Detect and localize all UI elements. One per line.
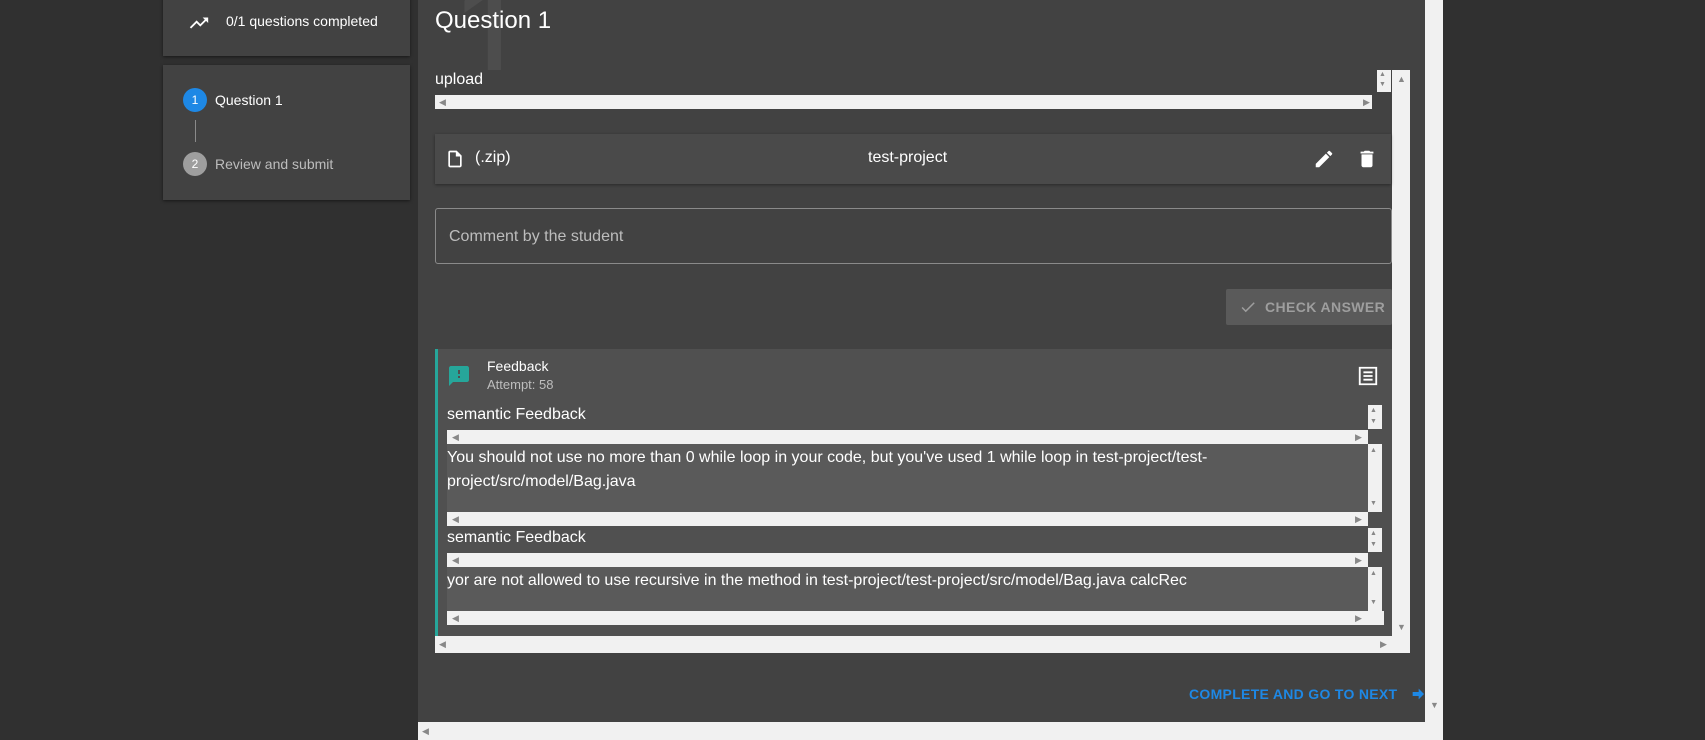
main-horizontal-scrollbar[interactable]: ◀ bbox=[418, 722, 1443, 740]
step-number: 1 bbox=[183, 88, 207, 112]
step-label: Question 1 bbox=[215, 92, 283, 108]
progress-card: 0/1 questions completed bbox=[163, 0, 410, 56]
feedback-label-vscroll[interactable]: ▲ ▼ bbox=[1368, 405, 1382, 429]
progress-text: 0/1 questions completed bbox=[226, 13, 378, 29]
upload-label: upload bbox=[435, 71, 484, 88]
page-background bbox=[1443, 0, 1705, 740]
question-title: Question 1 bbox=[435, 7, 552, 34]
feedback-text-vscroll[interactable]: ▲ ▼ bbox=[1368, 444, 1382, 512]
arrow-right-icon bbox=[1412, 688, 1424, 700]
file-extension: (.zip) bbox=[475, 149, 511, 166]
feedback-text-hscroll[interactable]: ◀ ▶ bbox=[447, 512, 1368, 526]
step-number: 2 bbox=[183, 152, 207, 176]
delete-icon[interactable] bbox=[1356, 148, 1378, 175]
file-icon bbox=[445, 148, 465, 175]
feedback-item-text: You should not use no more than 0 while … bbox=[447, 449, 1208, 490]
main-vertical-scrollbar[interactable]: ▼ bbox=[1425, 0, 1443, 722]
comment-field[interactable]: Comment by the student bbox=[435, 208, 1392, 264]
feedback-text-vscroll[interactable]: ▲ ▼ bbox=[1368, 567, 1382, 611]
complete-and-next-label: COMPLETE AND GO TO NEXT bbox=[1189, 686, 1398, 702]
trending-up-icon bbox=[188, 12, 210, 34]
step-label: Review and submit bbox=[215, 156, 334, 172]
upload-label-vscroll[interactable]: ▲ ▼ bbox=[1377, 70, 1391, 92]
check-answer-button[interactable]: CHECK ANSWER bbox=[1226, 289, 1392, 325]
stepper: 1 Question 1 2 Review and submit bbox=[163, 65, 410, 200]
feedback-text-hscroll[interactable]: ◀ ▶ bbox=[447, 611, 1384, 625]
feedback-icon bbox=[447, 364, 471, 393]
receipt-icon[interactable] bbox=[1357, 365, 1379, 392]
check-answer-label: CHECK ANSWER bbox=[1265, 299, 1386, 315]
step-connector bbox=[195, 120, 196, 142]
check-icon bbox=[1241, 302, 1255, 313]
answer-vertical-scrollbar[interactable]: ▲ ▼ bbox=[1392, 70, 1410, 635]
feedback-label-hscroll[interactable]: ◀ ▶ bbox=[447, 430, 1368, 444]
complete-and-next-button[interactable]: COMPLETE AND GO TO NEXT bbox=[1189, 686, 1426, 702]
edit-icon[interactable] bbox=[1313, 148, 1335, 175]
answer-horizontal-scrollbar[interactable]: ◀ ▶ bbox=[435, 635, 1410, 653]
feedback-title: Feedback bbox=[487, 358, 549, 374]
feedback-item-label: semantic Feedback bbox=[447, 529, 586, 546]
feedback-label-hscroll[interactable]: ◀ ▶ bbox=[447, 553, 1368, 567]
comment-placeholder: Comment by the student bbox=[449, 228, 624, 245]
feedback-label-vscroll[interactable]: ▲ ▼ bbox=[1368, 528, 1382, 552]
feedback-item-label: semantic Feedback bbox=[447, 406, 586, 423]
uploaded-file-row: (.zip) test-project bbox=[435, 134, 1391, 184]
upload-label-hscroll[interactable]: ◀ ▶ bbox=[435, 95, 1372, 109]
file-name: test-project bbox=[868, 149, 948, 166]
feedback-item-text: yor are not allowed to use recursive in … bbox=[447, 572, 1187, 589]
feedback-attempt: Attempt: 58 bbox=[487, 377, 554, 392]
